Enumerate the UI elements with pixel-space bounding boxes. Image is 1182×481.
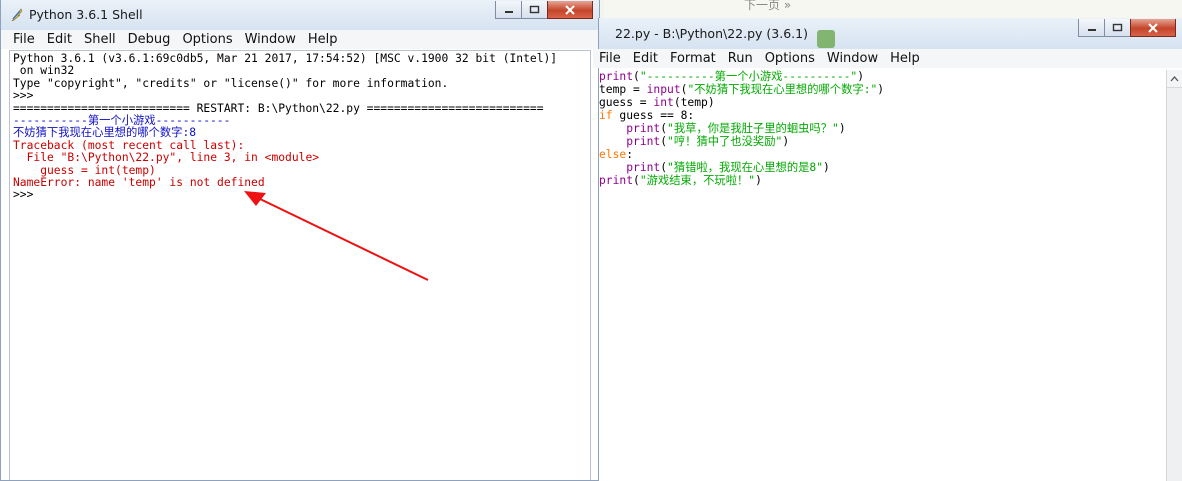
shell-title: Python 3.6.1 Shell: [29, 7, 143, 22]
minimize-icon: [1087, 28, 1096, 31]
editor-scrollbar[interactable]: [1166, 70, 1182, 481]
code-token: ): [877, 83, 885, 96]
code-token: (: [633, 174, 640, 187]
editor-menu-edit[interactable]: Edit: [627, 51, 664, 66]
code-token: print: [599, 70, 634, 83]
editor-titlebar[interactable]: 22.py - B:\Python\22.py (3.6.1): [599, 18, 1182, 50]
code-token: "----------第一个小游戏----------": [639, 70, 858, 83]
code-line: print("游戏结束，不玩啦！"): [599, 174, 1167, 187]
shell-line: Type "copyright", "credits" or "license(…: [13, 76, 449, 90]
minimize-button[interactable]: [495, 1, 522, 19]
editor-maximize-button[interactable]: [1104, 19, 1131, 37]
shell-menu-shell[interactable]: Shell: [78, 32, 122, 47]
maximize-icon: [1112, 23, 1123, 32]
code-token: "哼！猜中了也没奖励": [667, 135, 783, 148]
code-token: "猜错啦，我现在心里想的是8": [667, 161, 824, 174]
shell-line: on win32: [13, 64, 75, 78]
code-token: (: [633, 70, 640, 83]
shell-menubar: File Edit Shell Debug Options Window Help: [1, 30, 599, 49]
maximize-icon: [529, 5, 540, 14]
editor-menu-run[interactable]: Run: [722, 51, 759, 66]
code-token: print: [626, 135, 661, 148]
close-icon: [565, 4, 575, 15]
shell-line: Python 3.6.1 (v3.6.1:69c0db5, Mar 21 201…: [13, 52, 558, 65]
shell-line: >>>: [13, 188, 41, 202]
code-token: "我草，你是我肚子里的蛔虫吗？": [667, 122, 839, 135]
shell-window: Python 3.6.1 Shell File Edit Shell Debug Opt…: [0, 0, 600, 481]
code-token: :: [626, 148, 634, 161]
code-token: print: [626, 122, 661, 135]
code-token: if: [599, 109, 613, 122]
shell-line: File "B:\Python\22.py", line 3, in <modu…: [13, 151, 320, 165]
code-token: ): [755, 174, 762, 187]
editor-menu-format[interactable]: Format: [664, 51, 722, 66]
code-line: if guess == 8:: [599, 109, 1167, 122]
code-token: else: [599, 148, 627, 161]
editor-window: 22.py - B:\Python\22.py (3.6.1) File Edit…: [593, 18, 1182, 481]
shell-output[interactable]: Python 3.6.1 (v3.6.1:69c0db5, Mar 21 201…: [10, 51, 590, 204]
scroll-up-button[interactable]: [1167, 70, 1182, 88]
next-page-link[interactable]: 下一页 »: [744, 0, 791, 13]
editor-minimize-button[interactable]: [1078, 19, 1105, 37]
editor-close-button[interactable]: [1130, 19, 1176, 37]
shell-menu-debug[interactable]: Debug: [122, 32, 177, 47]
code-token: temp =: [599, 83, 647, 96]
code-line: print("----------第一个小游戏----------"): [599, 70, 1167, 83]
editor-menubar: File Edit Format Run Options Window Help: [593, 49, 1182, 68]
browser-strip: [604, 0, 1182, 19]
code-token: print: [626, 161, 661, 174]
code-token: (temp): [673, 96, 715, 109]
code-token: ): [782, 135, 790, 148]
shell-titlebar[interactable]: Python 3.6.1 Shell: [1, 0, 599, 31]
chevron-up-icon: [1170, 75, 1179, 81]
shell-menu-file[interactable]: File: [7, 32, 41, 47]
editor-menu-options[interactable]: Options: [759, 51, 821, 66]
code-line: else:: [599, 148, 1167, 161]
shell-menu-options[interactable]: Options: [176, 32, 238, 47]
close-icon: [1148, 22, 1158, 33]
green-badge-icon: [817, 30, 835, 48]
code-line: print("猜错啦，我现在心里想的是8"): [599, 161, 1167, 174]
editor-menu-window[interactable]: Window: [821, 51, 884, 66]
code-token: ): [838, 122, 846, 135]
code-token: "不妨猜下我现在心里想的哪个数字:": [687, 83, 878, 96]
code-line: guess = int(temp): [599, 96, 1167, 109]
close-button[interactable]: [547, 1, 593, 19]
code-line: print("哼！猜中了也没奖励"): [599, 135, 1167, 148]
shell-menu-help[interactable]: Help: [302, 32, 344, 47]
minimize-icon: [504, 10, 513, 13]
code-line: temp = input("不妨猜下我现在心里想的哪个数字:"): [599, 83, 1167, 96]
editor-menu-file[interactable]: File: [593, 51, 627, 66]
shell-line: >>>: [13, 89, 41, 103]
maximize-button[interactable]: [521, 1, 548, 19]
shell-menu-window[interactable]: Window: [239, 32, 302, 47]
editor-title: 22.py - B:\Python\22.py (3.6.1): [615, 26, 808, 41]
shell-output-area[interactable]: Python 3.6.1 (v3.6.1:69c0db5, Mar 21 201…: [9, 50, 591, 480]
code-token: "游戏结束，不玩啦！": [639, 174, 756, 187]
code-token: ): [823, 161, 830, 174]
editor-menu-help[interactable]: Help: [884, 51, 926, 66]
code-token: int: [653, 96, 674, 109]
shell-line: 不妨猜下我现在心里想的哪个数字:8: [13, 126, 197, 140]
code-token: input: [646, 83, 681, 96]
python-feather-icon: [11, 8, 23, 22]
shell-menu-edit[interactable]: Edit: [41, 32, 78, 47]
code-token: guess =: [599, 96, 654, 109]
code-token: print: [599, 174, 634, 187]
editor-code[interactable]: print("----------第一个小游戏----------") temp …: [599, 70, 1167, 187]
editor-text-area[interactable]: print("----------第一个小游戏----------") temp …: [599, 70, 1167, 481]
code-token: ): [857, 70, 865, 83]
shell-line: NameError: name 'temp' is not defined: [13, 176, 265, 190]
code-token: guess == 8:: [612, 109, 695, 122]
code-line: print("我草，你是我肚子里的蛔虫吗？"): [599, 122, 1167, 135]
